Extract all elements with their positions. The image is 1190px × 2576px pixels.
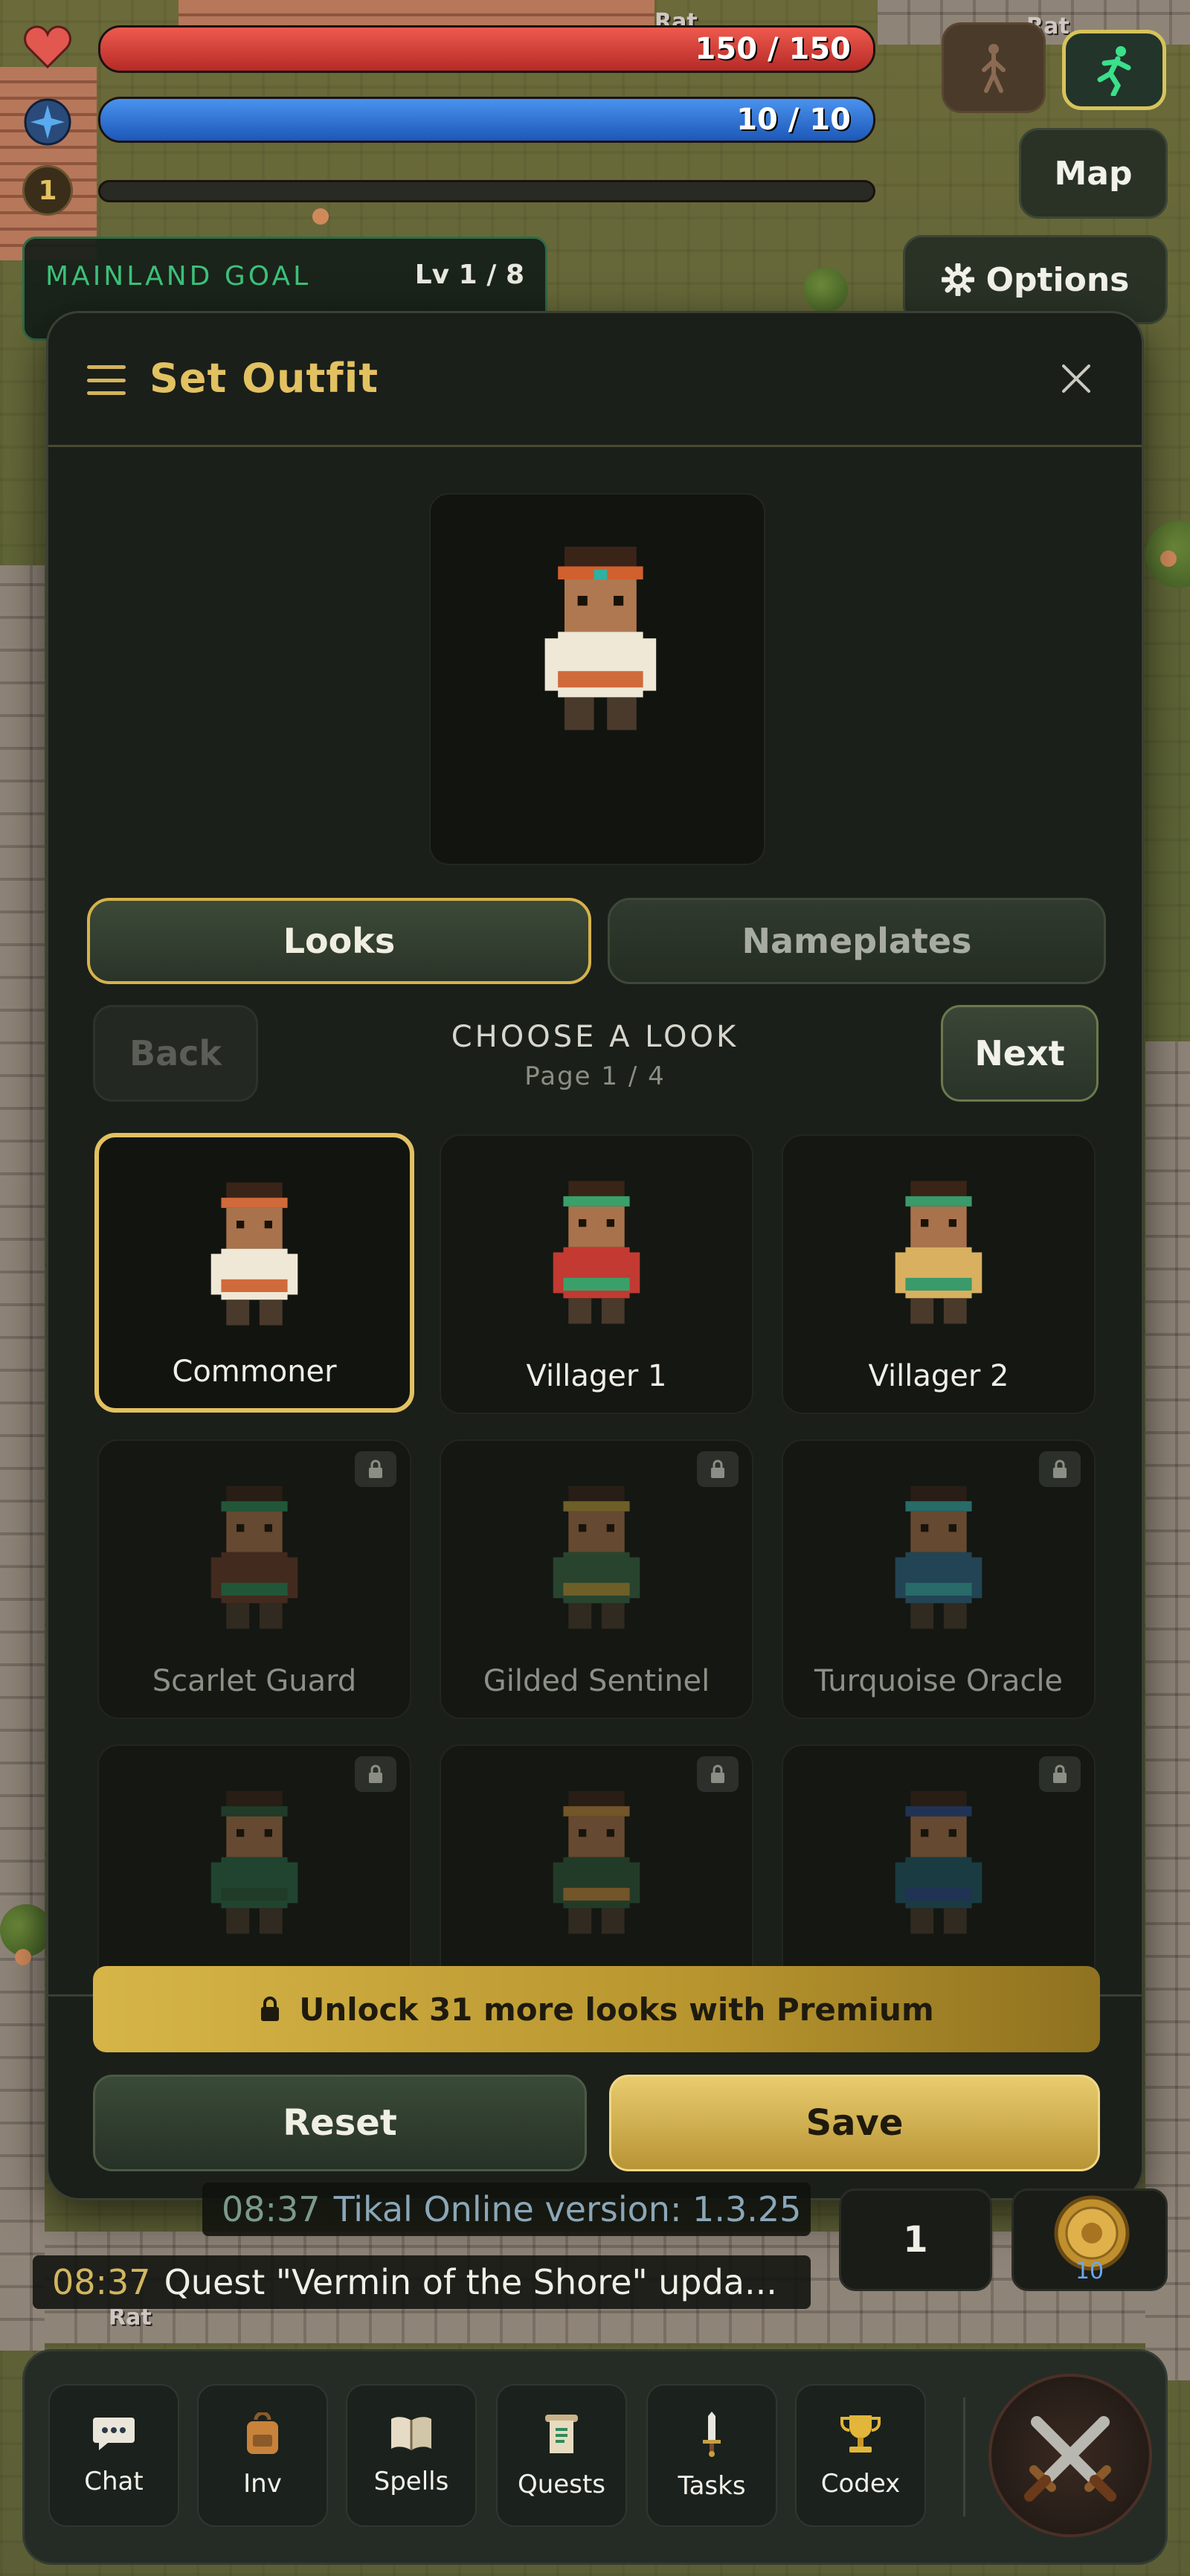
level-badge: 1 [22,165,73,216]
mana-icon [21,95,74,149]
lock-icon [355,1451,396,1487]
nav-label: Tasks [678,2471,746,2501]
outfit-sprite [210,1182,298,1326]
mana-text: 10 / 10 [736,103,851,137]
nav-inventory[interactable]: Inv [197,2384,328,2527]
outfit-sprite [553,1181,640,1324]
look-name: Scarlet Guard [152,1664,357,1698]
outfit-sprite [553,1790,640,1934]
look-card[interactable]: Scarlet Guard [97,1439,411,1719]
look-card[interactable]: Villager 1 [440,1134,753,1414]
bottom-navigation: Chat Inv Spells Quests Tasks Codex [22,2349,1168,2565]
crossed-swords-icon [1024,2416,1116,2502]
character-preview-sprite [544,547,657,730]
tab-looks[interactable]: Looks [87,898,591,984]
coin-slot[interactable]: 10 [1012,2188,1168,2291]
chat-text: Quest "Vermin of the Shore" upda... [164,2262,777,2302]
dialog-header: Set Outfit [48,313,1142,447]
trophy-icon [840,2415,881,2453]
walk-mode-button[interactable] [942,22,1046,113]
lock-icon [1039,1451,1081,1487]
look-card[interactable] [782,1744,1096,1994]
chat-timestamp: 08:37 [222,2189,321,2229]
outfit-sprite [895,1485,982,1629]
outfit-sprite [553,1485,640,1629]
nav-label: Chat [84,2467,144,2496]
map-button[interactable]: Map [1019,128,1168,219]
chat-text: Tikal Online version: 1.3.25 [333,2189,802,2229]
slot-count: 1 [903,2219,928,2261]
lock-icon [1039,1756,1081,1792]
health-text: 150 / 150 [695,32,851,66]
look-card[interactable] [440,1744,753,1994]
look-card[interactable]: Villager 2 [782,1134,1096,1414]
outfit-sprite [895,1790,982,1934]
outfit-preview [429,493,765,865]
look-card[interactable] [97,1744,411,1994]
item-slot[interactable]: 1 [839,2188,992,2291]
heart-icon [21,22,74,71]
chat-timestamp: 08:37 [52,2262,151,2302]
set-outfit-dialog: Set Outfit Looks Nameplates Back CHOOSE … [46,311,1144,2200]
look-name: Villager 2 [868,1359,1009,1393]
premium-label: Unlock 31 more looks with Premium [299,1991,934,2028]
chat-icon [93,2418,135,2450]
walking-figure-icon [982,44,1006,93]
nav-spells[interactable]: Spells [346,2384,477,2527]
look-name: Commoner [172,1355,337,1389]
look-card[interactable]: Turquoise Oracle [782,1439,1096,1719]
reset-button[interactable]: Reset [93,2075,587,2171]
unlock-premium-button[interactable]: Unlock 31 more looks with Premium [93,1966,1100,2052]
spellbook-icon [391,2417,431,2450]
sword-icon [703,2412,721,2457]
menu-icon[interactable] [87,365,126,395]
looks-grid[interactable]: Commoner Villager 1 Villager 2 Scarlet Guar… [48,1120,1142,1994]
coin-count: 10 [1075,2258,1104,2284]
outfit-sprite [210,1485,298,1629]
mana-bar: 10 / 10 [98,97,875,143]
nav-codex[interactable]: Codex [795,2384,926,2527]
goal-label: MAINLAND GOAL [45,261,312,292]
running-figure-icon [1097,46,1131,96]
nav-chat[interactable]: Chat [48,2384,179,2527]
outfit-sprite [895,1181,982,1324]
run-mode-button[interactable] [1062,30,1166,110]
attack-button[interactable] [988,2374,1152,2537]
health-bar: 150 / 150 [98,25,875,73]
look-name: Turquoise Oracle [814,1664,1064,1698]
lock-icon [697,1451,739,1487]
lock-icon [697,1756,739,1792]
chat-message: 08:37 Quest "Vermin of the Shore" upda..… [33,2255,811,2309]
close-icon[interactable] [1057,359,1096,398]
nav-label: Codex [820,2469,901,2499]
look-card[interactable]: Commoner [94,1133,414,1413]
nav-label: Quests [518,2470,605,2499]
nav-label: Spells [373,2467,449,2496]
save-button[interactable]: Save [609,2075,1100,2171]
tab-nameplates[interactable]: Nameplates [608,898,1106,984]
level-number: 1 [38,175,57,206]
next-button[interactable]: Next [941,1005,1099,1102]
gear-icon [941,263,974,296]
nav-divider [963,2397,965,2516]
nav-quests[interactable]: Quests [496,2384,627,2527]
look-name: Villager 1 [526,1359,667,1393]
goal-level: Lv 1 / 8 [414,260,524,290]
map-label: Map [1054,154,1133,193]
chat-message: 08:37 Tikal Online version: 1.3.25 [202,2182,811,2236]
quest-scroll-icon [545,2415,578,2453]
nav-tasks[interactable]: Tasks [646,2384,777,2527]
dialog-title: Set Outfit [149,355,379,402]
options-label: Options [985,260,1130,299]
look-card[interactable]: Gilded Sentinel [440,1439,753,1719]
look-name: Gilded Sentinel [483,1664,710,1698]
nav-label: Inv [243,2469,282,2499]
lock-icon [355,1756,396,1792]
backpack-icon [247,2412,278,2454]
outfit-sprite [210,1790,298,1934]
xp-bar [98,180,875,202]
lock-icon [261,1997,280,2021]
